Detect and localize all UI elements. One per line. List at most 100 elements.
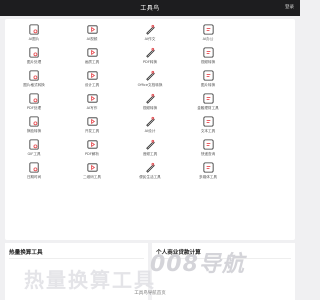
tool-label: AI视频 bbox=[86, 37, 98, 41]
tool-label: AI作文 bbox=[144, 37, 156, 41]
tool-label: 音频工具 bbox=[142, 152, 158, 156]
design-tool-icon bbox=[86, 71, 98, 80]
login-link[interactable]: 登录 bbox=[285, 4, 294, 10]
tool-item[interactable]: 金融理财工具 bbox=[179, 92, 237, 115]
ai-office-icon bbox=[202, 24, 214, 35]
tool-label: 视频转换 bbox=[200, 60, 216, 64]
pdf-convert-icon bbox=[145, 47, 155, 58]
tool-label: 开发工具 bbox=[84, 129, 100, 133]
ai-design-icon bbox=[145, 116, 155, 127]
ai-image-icon bbox=[28, 24, 39, 35]
empty-cell bbox=[237, 69, 295, 92]
empty-cell bbox=[237, 46, 295, 69]
tool-label: Office文档转换 bbox=[137, 83, 163, 87]
audio-tool-icon bbox=[145, 139, 155, 150]
tool-label: 视频转换 bbox=[142, 106, 158, 110]
tool-item[interactable]: 视频转换 bbox=[179, 46, 237, 69]
top-bar: 工具鸟 登录 bbox=[0, 0, 300, 16]
empty-cell bbox=[237, 23, 295, 46]
tool-item[interactable]: AI作文 bbox=[121, 23, 179, 46]
tool-label: PDF转换 bbox=[142, 60, 158, 64]
calorie-panel-title: 热量换算工具 bbox=[9, 250, 43, 256]
tool-item[interactable]: 视频转换 bbox=[121, 92, 179, 115]
tool-label: 换脸转换 bbox=[26, 129, 42, 133]
empty-cell bbox=[237, 138, 295, 161]
tool-item[interactable]: 日期时间 bbox=[5, 161, 63, 184]
life-tool-icon bbox=[145, 162, 155, 173]
ai-video-icon bbox=[86, 25, 98, 34]
tools-card: AI图片 AI视频 AI作文 AI办公 图片处理 画质工具 PDF转换 视频转换 图片格式转换设… bbox=[5, 19, 295, 240]
image-convert-icon bbox=[202, 70, 214, 81]
media-tool-icon bbox=[202, 162, 214, 173]
tool-item[interactable]: 画质工具 bbox=[63, 46, 121, 69]
dev-tool-icon bbox=[86, 117, 98, 126]
tool-label: 画质工具 bbox=[84, 60, 100, 64]
image-format-icon bbox=[28, 70, 39, 81]
tool-grid: AI图片 AI视频 AI作文 AI办公 图片处理 画质工具 PDF转换 视频转换 图片格式转换设… bbox=[5, 23, 295, 184]
tool-item[interactable]: 开发工具 bbox=[63, 115, 121, 138]
tool-item[interactable]: 音频工具 bbox=[121, 138, 179, 161]
page-title: 工具鸟 bbox=[140, 5, 160, 12]
tool-label: 设计工具 bbox=[84, 83, 100, 87]
watermark-logo: 008导航 bbox=[150, 252, 245, 277]
empty-cell bbox=[237, 92, 295, 115]
tool-item[interactable]: 换脸转换 bbox=[5, 115, 63, 138]
tool-label: PDF解析 bbox=[84, 152, 100, 156]
tool-label: 便民生活工具 bbox=[139, 175, 161, 179]
tool-label: 图片处理 bbox=[26, 60, 42, 64]
video-switch-icon bbox=[145, 93, 155, 104]
tool-item[interactable]: 图片转换 bbox=[179, 69, 237, 92]
qrcode-icon bbox=[86, 163, 98, 172]
tool-item[interactable]: 图片格式转换 bbox=[5, 69, 63, 92]
tool-item[interactable]: AI设计 bbox=[121, 115, 179, 138]
tool-label: AI写作 bbox=[86, 106, 98, 110]
tool-label: 图片转换 bbox=[200, 83, 216, 87]
tool-item[interactable]: 快递查询 bbox=[179, 138, 237, 161]
gif-tool-icon bbox=[28, 139, 39, 150]
tool-item[interactable]: PDF处理 bbox=[5, 92, 63, 115]
footer-text[interactable]: 工具鸟导航首页 bbox=[0, 290, 300, 296]
tool-item[interactable]: 便民生活工具 bbox=[121, 161, 179, 184]
datetime-icon bbox=[28, 162, 39, 173]
tool-item[interactable]: Office文档转换 bbox=[121, 69, 179, 92]
empty-cell bbox=[237, 161, 295, 184]
tool-item[interactable]: PDF转换 bbox=[121, 46, 179, 69]
quality-tool-icon bbox=[86, 48, 98, 57]
tool-item[interactable]: 二维码工具 bbox=[63, 161, 121, 184]
tool-item[interactable]: 设计工具 bbox=[63, 69, 121, 92]
tool-label: AI设计 bbox=[144, 129, 156, 133]
tool-label: 金融理财工具 bbox=[197, 106, 219, 110]
tool-item[interactable]: AI图片 bbox=[5, 23, 63, 46]
office-convert-icon bbox=[145, 70, 155, 81]
pdf-parse-icon bbox=[86, 140, 98, 149]
tool-item[interactable]: AI视频 bbox=[63, 23, 121, 46]
tool-label: AI办公 bbox=[202, 37, 214, 41]
tool-label: PDF处理 bbox=[26, 106, 42, 110]
express-icon bbox=[202, 139, 214, 150]
pdf-process-icon bbox=[28, 93, 39, 104]
ai-essay-icon bbox=[145, 24, 155, 35]
tool-label: 二维码工具 bbox=[83, 175, 101, 179]
empty-cell bbox=[237, 115, 295, 138]
tool-label: 多媒体工具 bbox=[199, 175, 217, 179]
watermark-left: 热量换算工具 bbox=[24, 268, 156, 292]
tool-item[interactable]: 图片处理 bbox=[5, 46, 63, 69]
video-convert-icon bbox=[202, 47, 214, 58]
ai-write-icon bbox=[86, 94, 98, 103]
tool-label: 日期时间 bbox=[26, 175, 42, 179]
text-tool-icon bbox=[202, 116, 214, 127]
tool-label: 图片格式转换 bbox=[23, 83, 45, 87]
image-process-icon bbox=[28, 47, 39, 58]
face-swap-icon bbox=[28, 116, 39, 127]
tool-label: 文本工具 bbox=[200, 129, 216, 133]
tool-label: 快递查询 bbox=[200, 152, 216, 156]
tool-item[interactable]: 文本工具 bbox=[179, 115, 237, 138]
tool-item[interactable]: AI办公 bbox=[179, 23, 237, 46]
tool-item[interactable]: 多媒体工具 bbox=[179, 161, 237, 184]
divider bbox=[9, 258, 144, 259]
tool-item[interactable]: PDF解析 bbox=[63, 138, 121, 161]
tool-item[interactable]: GIF工具 bbox=[5, 138, 63, 161]
tool-item[interactable]: AI写作 bbox=[63, 92, 121, 115]
tool-label: AI图片 bbox=[28, 37, 40, 41]
tool-label: GIF工具 bbox=[27, 152, 41, 156]
